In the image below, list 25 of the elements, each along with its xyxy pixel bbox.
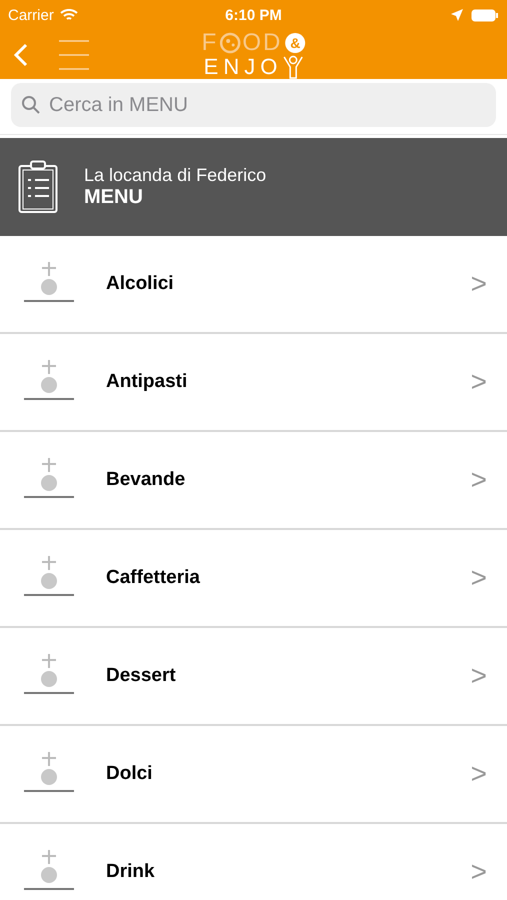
chevron-icon: > <box>470 660 487 692</box>
status-time: 6:10 PM <box>225 6 282 24</box>
ampersand-badge: & <box>285 32 306 52</box>
logo-text: F <box>202 30 218 54</box>
battery-icon <box>471 8 499 22</box>
clipboard-checklist-icon <box>18 160 58 214</box>
chevron-icon: > <box>470 464 487 496</box>
chevron-icon: > <box>470 856 487 888</box>
restaurant-name: La locanda di Federico <box>84 165 266 186</box>
wifi-icon <box>60 8 78 22</box>
location-arrow-icon <box>451 9 463 21</box>
carrier-label: Carrier <box>8 6 54 24</box>
chevron-icon: > <box>470 758 487 790</box>
pizza-icon <box>219 32 242 54</box>
back-button[interactable] <box>14 42 28 66</box>
search-field[interactable]: Cerca in MENU <box>11 83 496 127</box>
chevron-icon: > <box>470 268 487 300</box>
section-title: MENU <box>84 186 144 209</box>
logo-text: OD <box>242 30 282 54</box>
chevron-icon: > <box>470 366 487 398</box>
chevron-icon: > <box>470 562 487 594</box>
logo-text: ENJO <box>204 56 282 78</box>
person-icon <box>283 54 304 78</box>
menu-button[interactable] <box>58 38 90 70</box>
search-icon <box>21 95 41 115</box>
